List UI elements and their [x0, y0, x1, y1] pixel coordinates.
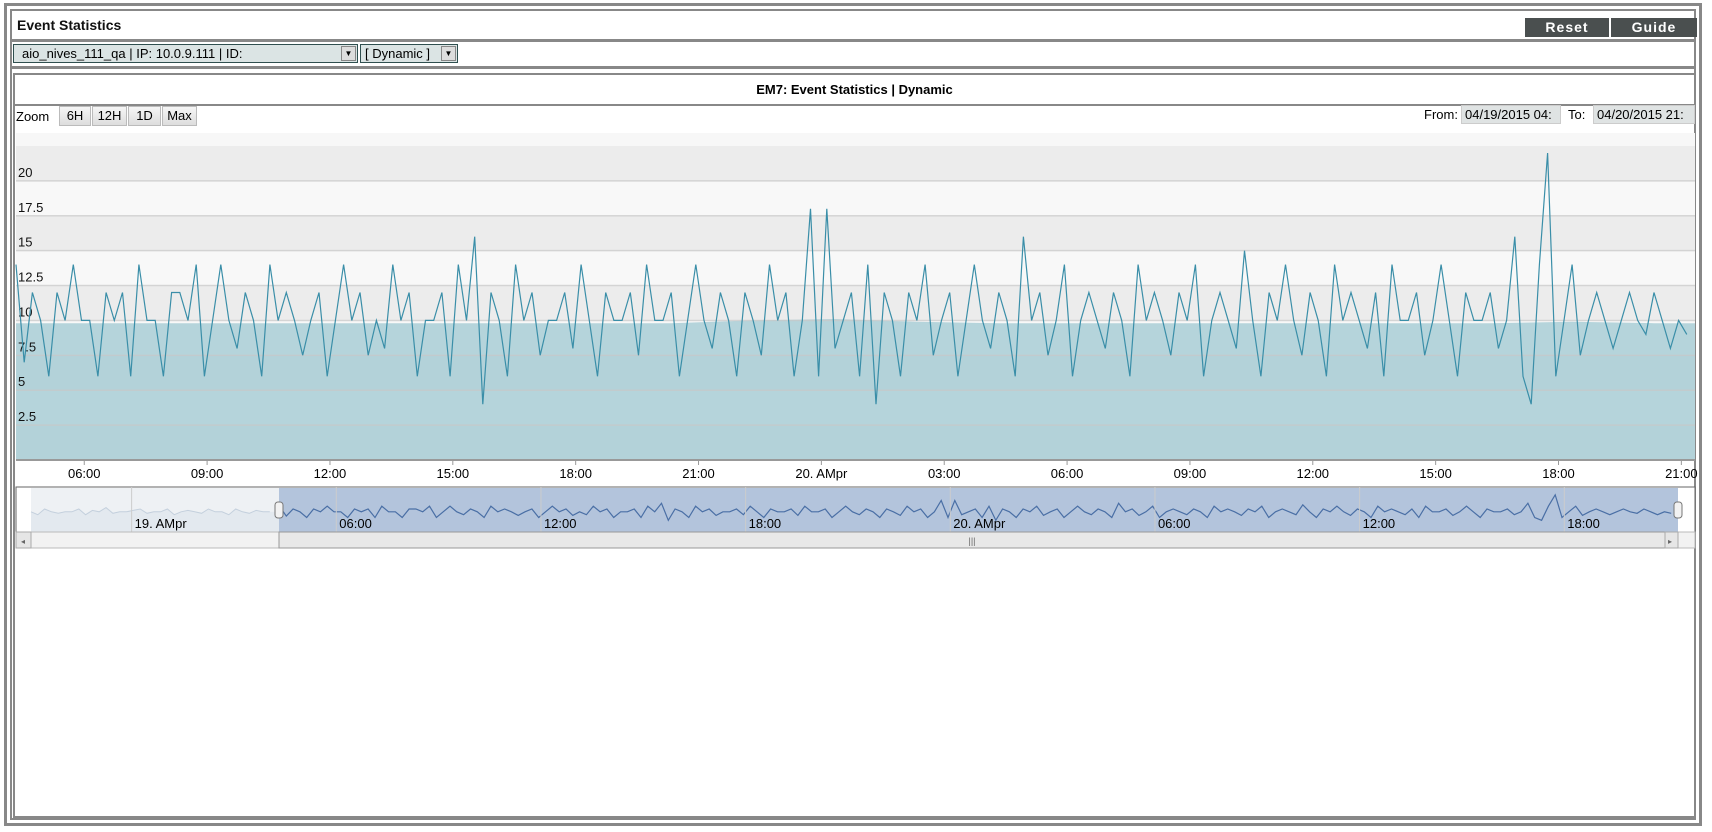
- y-tick-label: 12.5: [18, 270, 43, 285]
- y-tick-label: 17.5: [18, 200, 43, 215]
- x-tick-label: 20. AMpr: [795, 466, 848, 481]
- navigator-tick-label: 18:00: [749, 516, 782, 531]
- plot-band: [16, 146, 1695, 181]
- x-tick-label: 09:00: [1174, 466, 1207, 481]
- x-tick-label: 03:00: [928, 466, 961, 481]
- navigator-right-handle[interactable]: [1673, 501, 1683, 519]
- y-tick-label: 5: [18, 374, 25, 389]
- x-tick-label: 21:00: [682, 466, 715, 481]
- navigator-left-handle[interactable]: [274, 501, 284, 519]
- x-tick-label: 06:00: [1051, 466, 1084, 481]
- navigator-tick-label: 06:00: [339, 516, 372, 531]
- grip-icon: |||: [968, 536, 975, 546]
- x-tick-label: 18:00: [559, 466, 592, 481]
- y-tick-label: 2.5: [18, 409, 36, 424]
- navigator-tick-label: 12:00: [1363, 516, 1396, 531]
- plot-band: [16, 180, 1695, 216]
- plot-band: [16, 215, 1695, 251]
- x-tick-label: 15:00: [1419, 466, 1452, 481]
- x-tick-label: 12:00: [314, 466, 347, 481]
- x-tick-label: 18:00: [1542, 466, 1575, 481]
- navigator-tick-label: 20. AMpr: [953, 516, 1006, 531]
- navigator-tick-label: 06:00: [1158, 516, 1191, 531]
- navigator-tick-label: 12:00: [544, 516, 577, 531]
- chevron-right-icon: ▸: [1668, 537, 1672, 546]
- navigator-tick-label: 18:00: [1567, 516, 1600, 531]
- x-tick-label: 21:00: [1665, 466, 1698, 481]
- chevron-left-icon: ◂: [21, 537, 25, 546]
- x-tick-label: 12:00: [1297, 466, 1330, 481]
- event-statistics-chart: 2.557.51012.51517.52006:00 09:00 12:00 15:0…: [15, 133, 1698, 549]
- navigator-tick-label: 19. AMpr: [135, 516, 188, 531]
- x-tick-label: 15:00: [437, 466, 470, 481]
- y-tick-label: 15: [18, 235, 32, 250]
- x-tick-label: 09:00: [191, 466, 224, 481]
- y-tick-label: 20: [18, 165, 32, 180]
- x-tick-label: 06:00: [68, 466, 101, 481]
